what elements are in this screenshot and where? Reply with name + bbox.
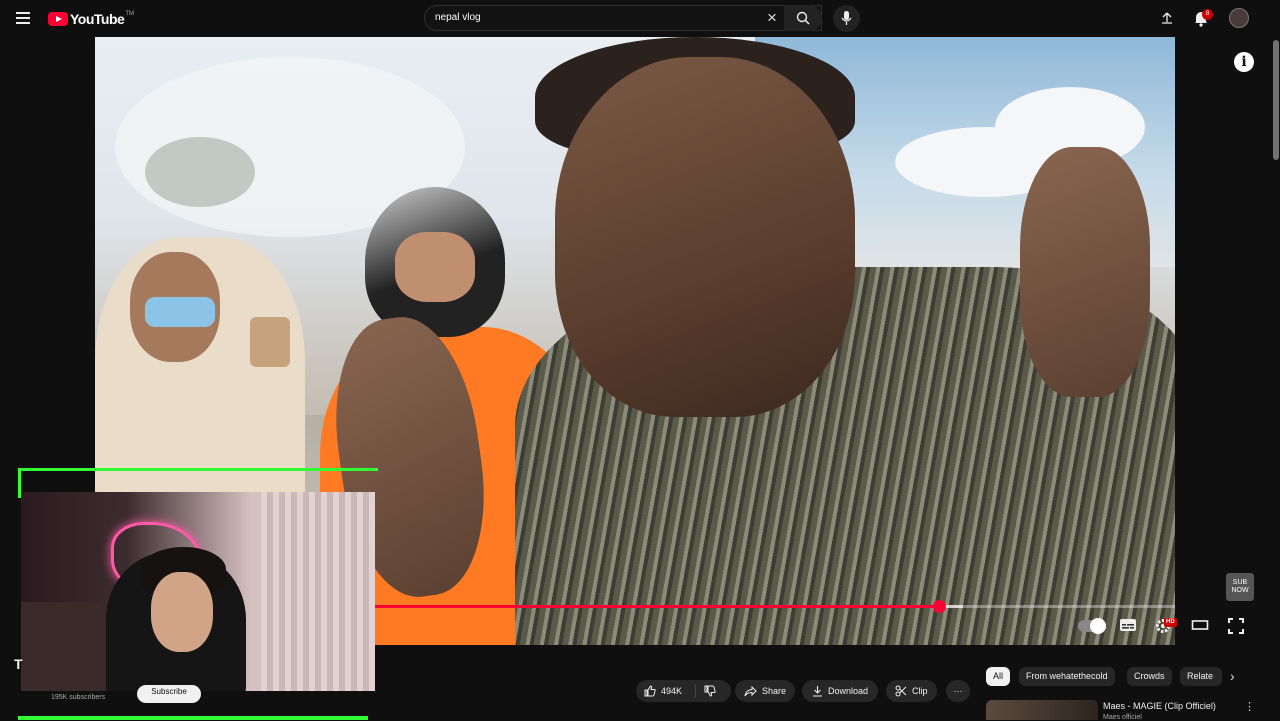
clip-button[interactable]: Clip — [886, 680, 937, 702]
video-face-mask — [145, 297, 215, 327]
video-person-main — [495, 37, 1175, 645]
webcam-shelf — [21, 602, 101, 691]
upload-icon[interactable] — [1160, 11, 1174, 25]
youtube-play-icon — [48, 12, 68, 26]
more-actions-icon: ··· — [953, 686, 963, 696]
progress-scrubber[interactable] — [933, 600, 946, 613]
info-icon[interactable]: i — [1234, 52, 1254, 72]
subscriber-count: 195K subscribers — [51, 694, 106, 701]
neon-frame-bottom — [18, 700, 368, 720]
notification-badge: 8 — [1202, 9, 1213, 20]
video-helmet-face — [395, 232, 475, 302]
recommendation-menu-icon[interactable]: ⋮ — [1244, 700, 1255, 713]
recommendation-title[interactable]: Maes - MAGIE (Clip Officiel) — [1103, 701, 1216, 711]
subscribe-button[interactable]: Subscribe — [137, 685, 201, 703]
search-box[interactable]: nepal vlog × — [424, 5, 822, 31]
chip-all[interactable]: All — [986, 667, 1011, 686]
sub-now-watermark[interactable]: SUB NOW — [1226, 573, 1254, 601]
microphone-icon — [841, 11, 852, 25]
chip-crowds[interactable]: Crowds — [1127, 667, 1172, 686]
search-button[interactable] — [784, 5, 822, 31]
like-button[interactable]: 494K — [636, 684, 696, 698]
chip-related[interactable]: Relate — [1180, 667, 1222, 686]
webcam-curtain — [261, 492, 375, 691]
hd-badge: HD — [1164, 618, 1177, 627]
account-avatar[interactable] — [1229, 8, 1249, 28]
more-actions-button[interactable]: ··· — [946, 680, 970, 702]
voice-search-button[interactable] — [833, 5, 860, 32]
share-button[interactable]: Share — [735, 680, 796, 702]
download-icon — [813, 686, 822, 697]
fullscreen-icon[interactable] — [1228, 618, 1244, 634]
scrollbar-thumb[interactable] — [1273, 40, 1279, 160]
video-title: T — [14, 656, 23, 672]
thumbs-down-icon — [704, 685, 716, 697]
download-label: Download — [828, 686, 869, 696]
thumbs-up-icon — [644, 685, 656, 697]
youtube-logo[interactable]: YouTube TM — [48, 11, 134, 27]
search-input[interactable]: nepal vlog — [435, 12, 481, 23]
menu-icon[interactable] — [16, 12, 30, 24]
autoplay-toggle[interactable] — [1078, 618, 1106, 634]
chevron-right-icon[interactable]: › — [1230, 668, 1235, 684]
progress-played — [375, 605, 939, 608]
clear-search-icon[interactable]: × — [763, 9, 781, 28]
top-bar: YouTube TM nepal vlog × 8 — [0, 0, 1280, 37]
download-button[interactable]: Download — [802, 680, 879, 702]
streamer-webcam — [21, 492, 375, 691]
like-count: 494K — [661, 686, 683, 696]
subtitles-icon[interactable] — [1119, 618, 1137, 632]
video-raised-hand — [1020, 147, 1150, 397]
scissors-icon — [895, 685, 907, 697]
video-face — [555, 57, 855, 417]
share-icon — [744, 685, 757, 696]
video-phone — [250, 317, 290, 367]
progress-bar[interactable] — [375, 600, 1175, 613]
chip-from-channel[interactable]: From wehatethecold — [1019, 667, 1115, 686]
video-tree — [145, 137, 255, 207]
logo-tm: TM — [125, 11, 134, 17]
share-label: Share — [762, 686, 787, 696]
logo-text: YouTube — [70, 11, 125, 27]
theater-mode-icon[interactable] — [1191, 618, 1209, 632]
like-dislike-group: 494K — [636, 680, 731, 702]
dislike-button[interactable] — [696, 685, 721, 697]
webcam-streamer-face — [151, 572, 213, 652]
recommendation-thumbnail[interactable] — [986, 700, 1098, 720]
clip-label: Clip — [912, 686, 928, 696]
search-icon — [796, 11, 810, 25]
